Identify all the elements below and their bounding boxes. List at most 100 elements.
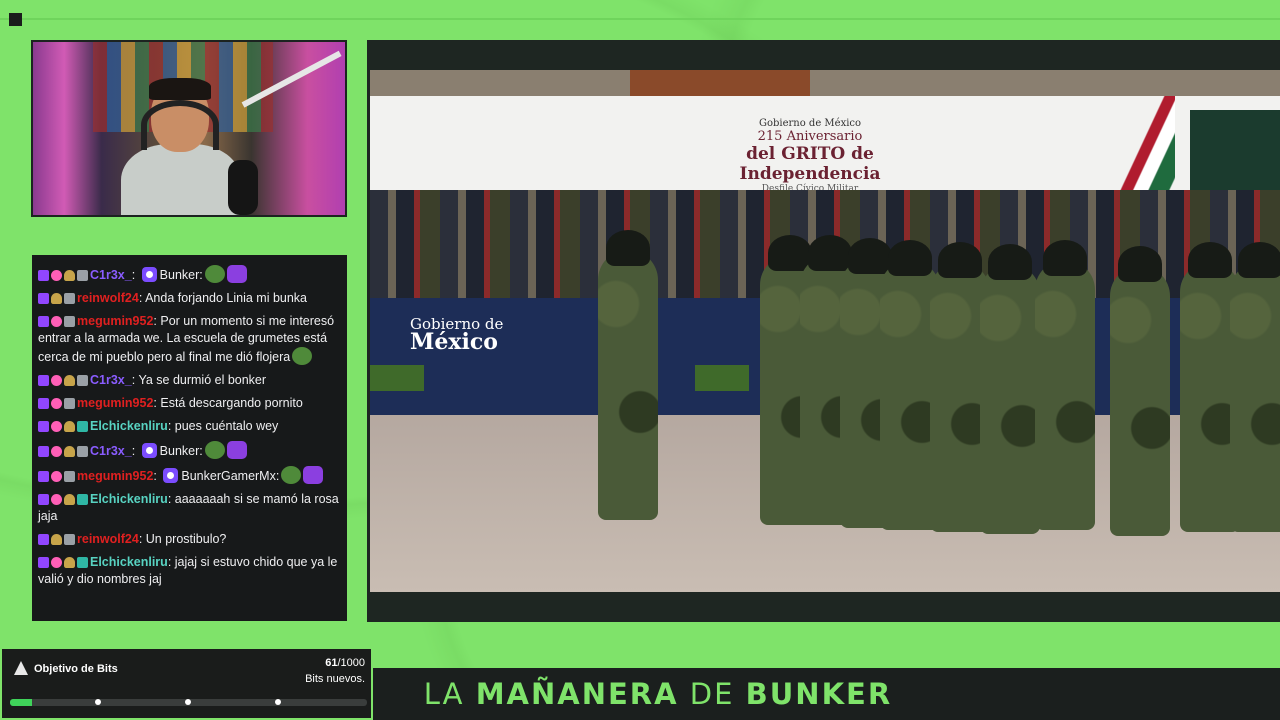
hedge xyxy=(695,365,749,391)
title-word-de: DE xyxy=(689,677,735,711)
chat-emote-icon xyxy=(303,466,324,484)
badge-icon xyxy=(51,398,62,409)
pepe-emote-icon xyxy=(292,347,313,365)
progress-marker xyxy=(185,699,191,705)
chat-panel[interactable]: C1r3x_: Bunker: reinwolf24: Anda forjando… xyxy=(32,255,347,621)
chat-badges xyxy=(38,421,88,432)
bits-progress-fill xyxy=(10,699,32,706)
chat-text: Anda forjando Linia mi bunka xyxy=(145,291,308,305)
title-word-la: LA xyxy=(423,677,465,711)
badge-icon xyxy=(64,446,75,457)
banner-gov: Gobierno de México xyxy=(758,118,862,129)
mention-icon xyxy=(141,267,157,282)
badge-icon xyxy=(77,494,88,505)
chat-username[interactable]: C1r3x_ xyxy=(90,444,132,458)
chat-badges xyxy=(38,446,88,457)
bits-subtitle: Bits nuevos. xyxy=(305,673,365,685)
badge-icon xyxy=(64,557,75,568)
pepe-emote-icon xyxy=(281,466,302,484)
badge-icon xyxy=(64,270,75,281)
bits-current: 61 xyxy=(325,657,338,669)
show-title: LA MAÑANERA DE BUNKER xyxy=(373,668,943,720)
mention-icon xyxy=(163,468,179,483)
badge-icon xyxy=(51,270,62,281)
badge-icon xyxy=(38,534,49,545)
chat-username[interactable]: C1r3x_ xyxy=(90,268,132,282)
chat-separator: : xyxy=(138,532,146,546)
chat-badges xyxy=(38,471,75,482)
banner-line1: 215 Aniversario xyxy=(757,129,863,144)
badge-icon xyxy=(38,293,49,304)
chat-username[interactable]: megumin952 xyxy=(77,469,153,483)
soldier xyxy=(1230,242,1280,532)
title-word-manana: MAÑANERA xyxy=(475,677,679,711)
chat-message: Elchickenliru: pues cuéntalo wey xyxy=(38,418,341,435)
chat-separator: : xyxy=(167,492,175,506)
badge-icon xyxy=(77,446,88,457)
badge-icon xyxy=(38,471,49,482)
title-word-bunker: BUNKER xyxy=(745,677,893,711)
chat-separator: : xyxy=(167,555,175,569)
badge-icon xyxy=(51,375,62,386)
chat-message: Elchickenliru: jajaj si estuvo chido que… xyxy=(38,554,341,588)
chat-username[interactable]: megumin952 xyxy=(77,396,153,410)
chat-separator: : xyxy=(153,469,161,483)
chat-username[interactable]: Elchickenliru xyxy=(90,492,168,506)
badge-icon xyxy=(38,316,49,327)
mention-icon xyxy=(141,443,157,458)
headphones-icon xyxy=(141,100,219,150)
badge-icon xyxy=(64,471,75,482)
badge-icon xyxy=(51,293,62,304)
badge-icon xyxy=(38,398,49,409)
bits-goal-count: 61/1000 Bits nuevos. xyxy=(305,655,365,687)
badge-icon xyxy=(38,446,49,457)
chat-message: megumin952: Por un momento si me interes… xyxy=(38,313,341,366)
chat-badges xyxy=(38,557,88,568)
badge-icon xyxy=(51,534,62,545)
chat-username[interactable]: reinwolf24 xyxy=(77,532,139,546)
badge-icon xyxy=(64,421,75,432)
chat-badges xyxy=(38,293,75,304)
badge-icon xyxy=(64,494,75,505)
hedge xyxy=(370,365,424,391)
badge-icon xyxy=(64,316,75,327)
chat-text: Ya se durmió el bonker xyxy=(138,373,267,387)
chat-text: Bunker: xyxy=(159,268,203,282)
chat-username[interactable]: Elchickenliru xyxy=(90,419,168,433)
badge-icon xyxy=(51,471,62,482)
badge-icon xyxy=(51,421,62,432)
chat-message: C1r3x_: Bunker: xyxy=(38,441,341,460)
chat-message: C1r3x_: Ya se durmió el bonker xyxy=(38,372,341,389)
progress-marker xyxy=(275,699,281,705)
chat-badges xyxy=(38,494,88,505)
chat-badges xyxy=(38,316,75,327)
chat-badges xyxy=(38,375,88,386)
badge-icon xyxy=(38,375,49,386)
badge-icon xyxy=(64,534,75,545)
chat-username[interactable]: megumin952 xyxy=(77,314,153,328)
chat-separator: : xyxy=(131,268,139,282)
chat-username[interactable]: C1r3x_ xyxy=(90,373,132,387)
parade-video[interactable]: Gobierno de México 215 Aniversario del G… xyxy=(370,70,1280,592)
streamer xyxy=(121,78,241,215)
corner-marker xyxy=(9,13,22,26)
badge-icon xyxy=(77,270,88,281)
chat-username[interactable]: Elchickenliru xyxy=(90,555,168,569)
badge-icon xyxy=(51,557,62,568)
chat-message: C1r3x_: Bunker: xyxy=(38,265,341,284)
chat-emote-icon xyxy=(226,265,247,283)
pepe-emote-icon xyxy=(204,265,225,283)
badge-icon xyxy=(77,421,88,432)
chat-username[interactable]: reinwolf24 xyxy=(77,291,139,305)
chat-separator: : xyxy=(167,419,175,433)
stage-line2: México xyxy=(410,329,498,355)
chat-message: Elchickenliru: aaaaaaah si se mamó la ro… xyxy=(38,491,341,525)
badge-icon xyxy=(77,557,88,568)
chat-text: Está descargando pornito xyxy=(160,396,303,410)
banner-line2: del GRITO de xyxy=(746,144,874,164)
badge-icon xyxy=(64,398,75,409)
soldier xyxy=(980,244,1040,534)
badge-icon xyxy=(38,270,49,281)
chat-badges xyxy=(38,270,88,281)
chat-badges xyxy=(38,534,75,545)
